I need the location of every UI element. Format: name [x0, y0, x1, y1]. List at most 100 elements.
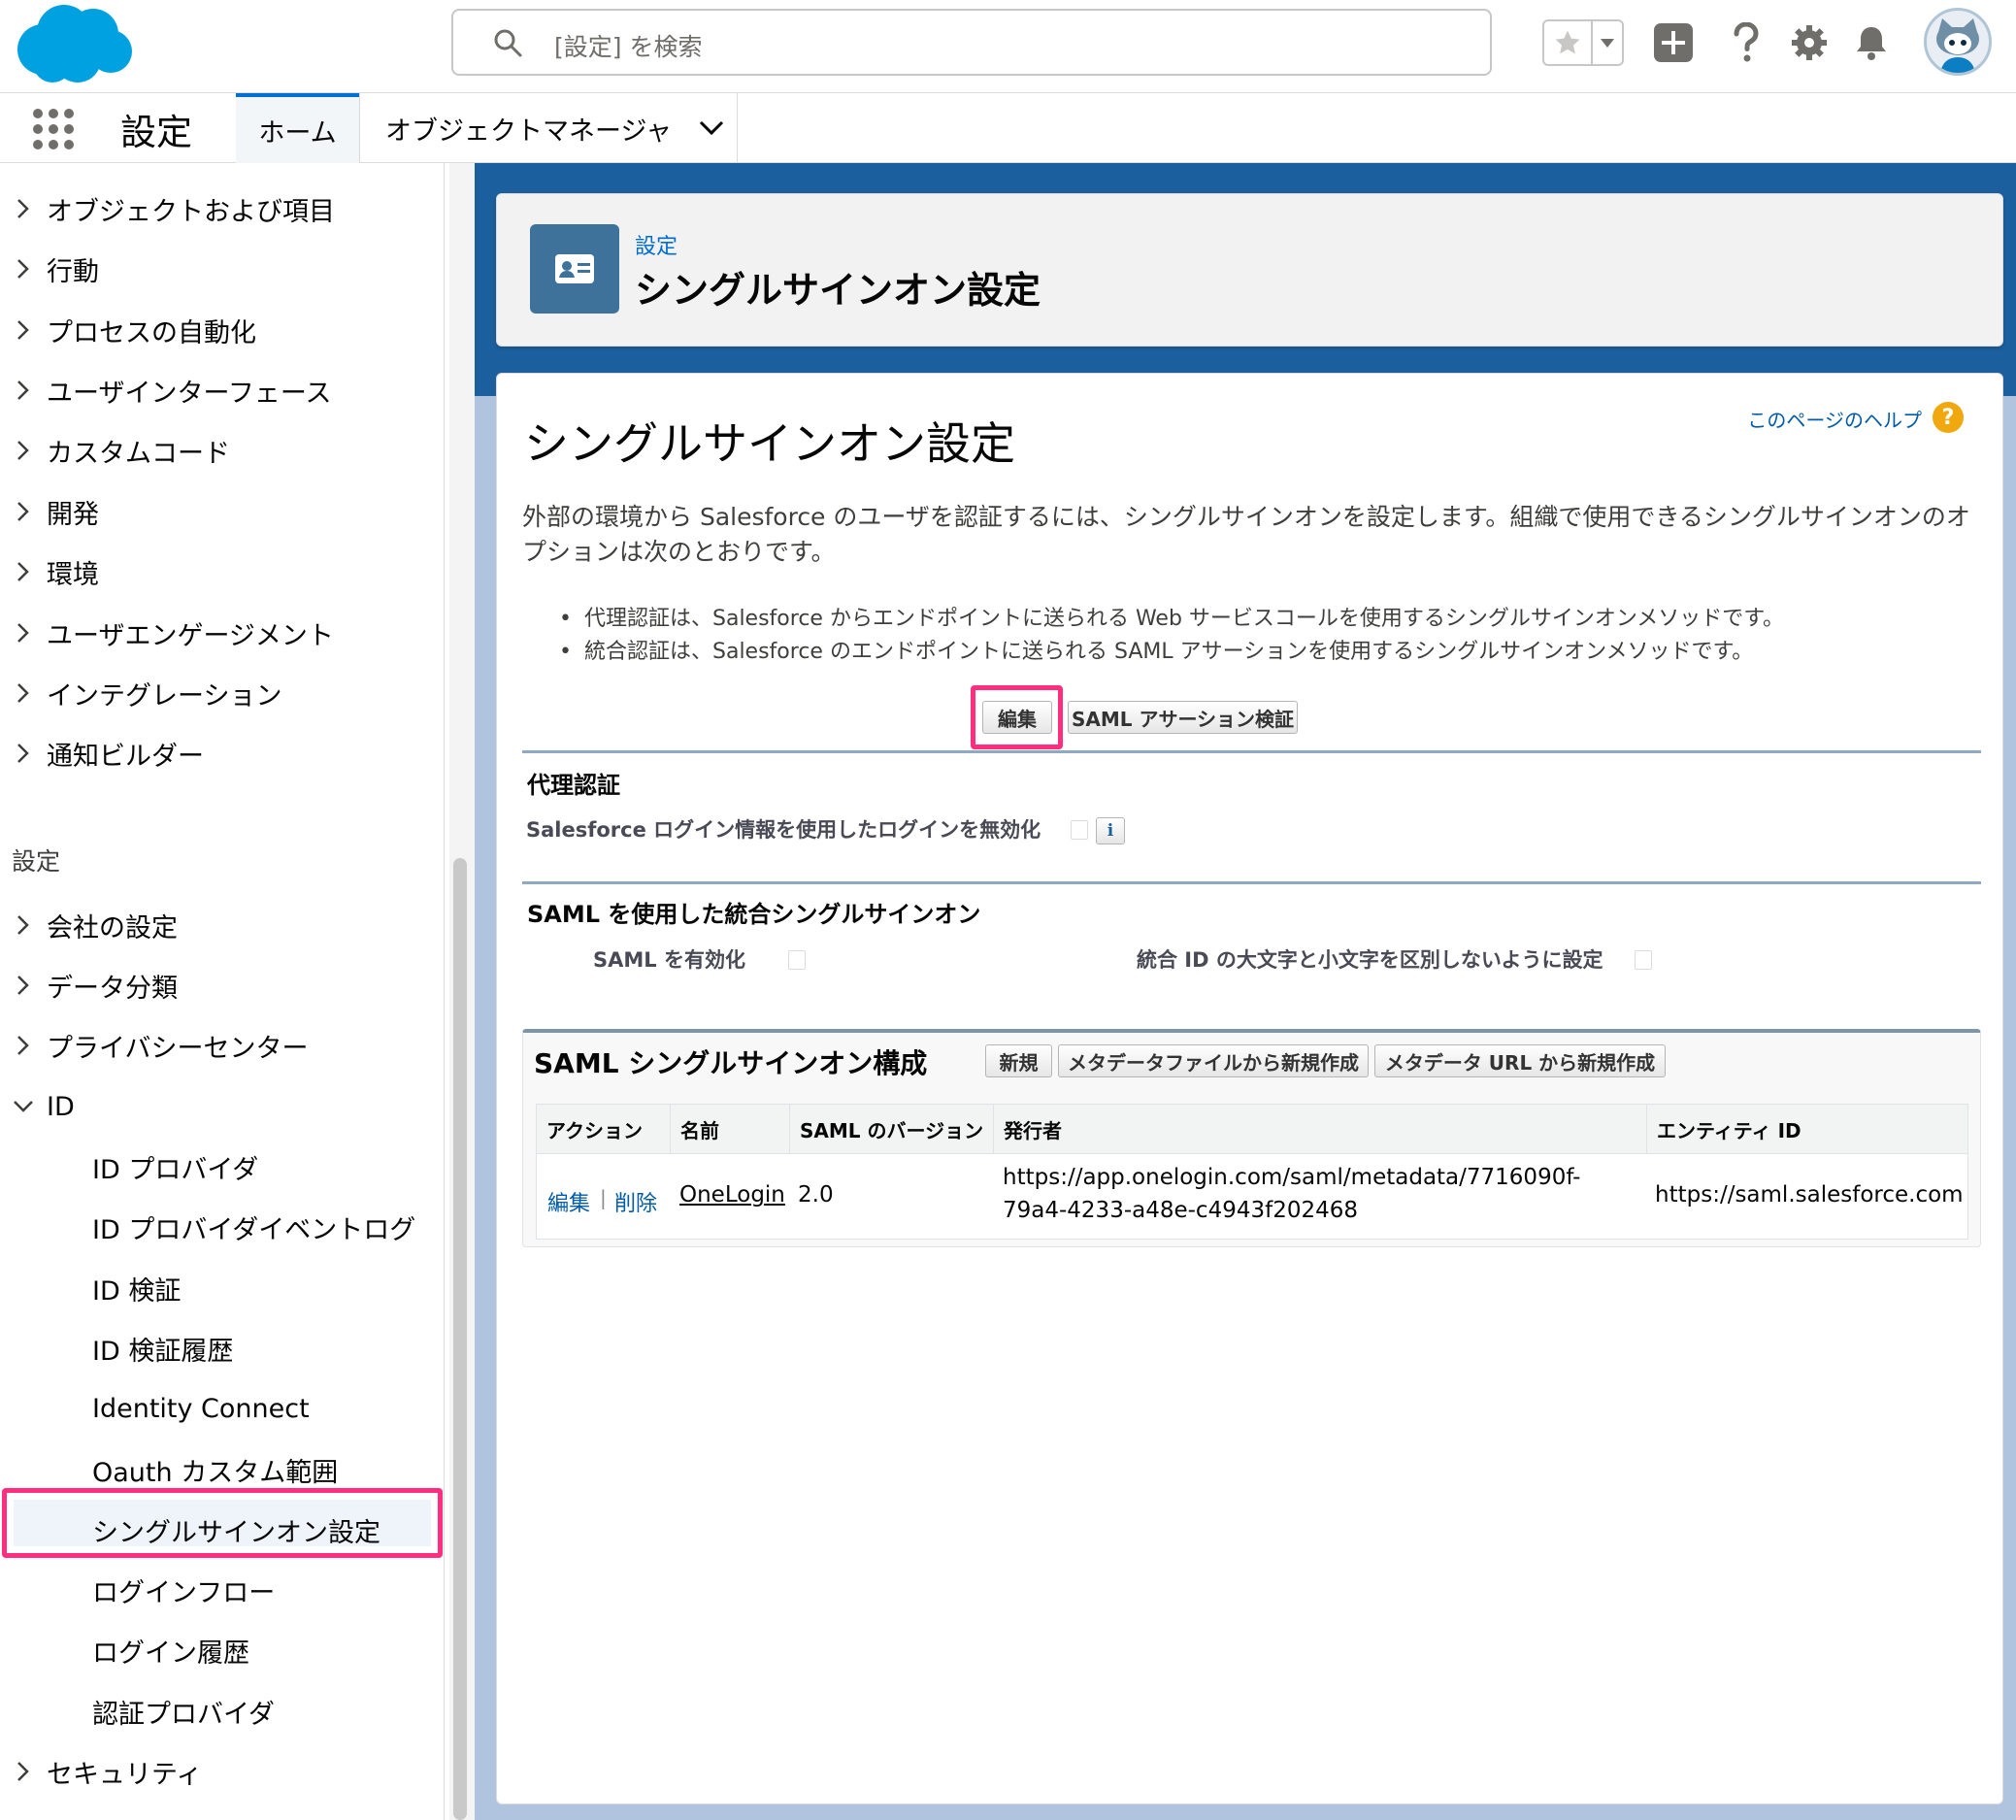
entity-id: https://saml.salesforce.com	[1655, 1182, 1964, 1208]
column-header[interactable]: 名前	[671, 1105, 790, 1154]
notification-bell-icon[interactable]	[1848, 19, 1895, 66]
chevron-down-icon[interactable]	[699, 120, 724, 136]
sidebar-item-label: ID 検証	[92, 1275, 182, 1307]
sidebar-item[interactable]: カスタムコード	[0, 428, 443, 473]
sidebar-item[interactable]: オブジェクトおよび項目	[0, 186, 443, 231]
sidebar-item[interactable]: Einstein	[0, 163, 443, 173]
sidebar-child-item[interactable]: ログイン履歴	[0, 1628, 443, 1672]
favorites-menu-chevron-down-icon[interactable]	[1591, 21, 1622, 64]
chevron-right-icon[interactable]	[0, 1761, 47, 1782]
global-actions-add-icon[interactable]	[1650, 19, 1697, 66]
chevron-right-icon[interactable]	[0, 198, 47, 219]
case-insensitive-label: 統合 ID の大文字と小文字を区別しないように設定	[1137, 948, 1603, 972]
column-header[interactable]: SAML のバージョン	[790, 1105, 994, 1154]
chevron-right-icon[interactable]	[0, 743, 47, 764]
column-header[interactable]: アクション	[537, 1105, 671, 1154]
sidebar-item-label: ユーザエンゲージメント	[47, 620, 334, 651]
new-button[interactable]: 新規	[985, 1044, 1052, 1077]
saml-config-title: SAML シングルサインオン構成	[534, 1047, 928, 1079]
global-search-input[interactable]: [設定] を検索	[451, 9, 1492, 76]
favorites-group	[1542, 19, 1624, 66]
chevron-right-icon[interactable]	[0, 440, 47, 461]
favorites-star-icon[interactable]	[1544, 21, 1591, 64]
sidebar-child-item[interactable]: Identity Connect	[0, 1386, 443, 1431]
list-item: 代理認証は、Salesforce からエンドポイントに送られる Web サービス…	[559, 603, 1784, 636]
info-icon[interactable]: i	[1096, 817, 1125, 844]
chevron-right-icon[interactable]	[0, 622, 47, 644]
case-insensitive-checkbox[interactable]	[1635, 950, 1652, 970]
setup-sidebar-tree: Einstein オブジェクトおよび項目行動プロセスの自動化ユーザインターフェース…	[0, 163, 445, 1820]
sidebar-item[interactable]: ユーザエンゲージメント	[0, 611, 443, 655]
sidebar-item[interactable]: 開発	[0, 489, 443, 534]
chevron-right-icon[interactable]	[0, 501, 47, 522]
sidebar-child-item[interactable]: 認証プロバイダ	[0, 1689, 443, 1734]
saml-assertion-validator-button[interactable]: SAML アサーション検証	[1068, 701, 1298, 734]
breadcrumb[interactable]: 設定	[635, 229, 678, 260]
sidebar-item-label: セキュリティ	[47, 1759, 203, 1790]
list-item: 統合認証は、Salesforce のエンドポイントに送られる SAML アサーシ…	[559, 636, 1784, 669]
sidebar-item[interactable]: ユーザインターフェース	[0, 368, 443, 413]
sso-options-list: 代理認証は、Salesforce からエンドポイントに送られる Web サービス…	[559, 603, 1784, 669]
saml-config-name-link[interactable]: OneLogin	[679, 1182, 785, 1208]
sidebar-child-item[interactable]: Oauth カスタム範囲	[0, 1447, 443, 1492]
sidebar-item-label: 認証プロバイダ	[92, 1699, 275, 1730]
column-header[interactable]: エンティティ ID	[1647, 1105, 1967, 1154]
help-link[interactable]: このページのヘルプ	[1747, 405, 1922, 433]
saml-enabled-checkbox[interactable]	[788, 950, 806, 970]
sidebar-item-label: Identity Connect	[92, 1393, 310, 1424]
sidebar-item[interactable]: プロセスの自動化	[0, 308, 443, 352]
tab-object-manager[interactable]: オブジェクトマネージャ	[359, 93, 738, 163]
table-header-row: アクション 名前 SAML のバージョン 発行者 エンティティ ID	[537, 1105, 1967, 1154]
salesforce-logo[interactable]	[14, 3, 132, 84]
sidebar-item-label: 通知ビルダー	[47, 741, 204, 772]
row-delete-link[interactable]: 削除	[614, 1186, 657, 1217]
chevron-right-icon[interactable]	[0, 1035, 47, 1056]
page-header: 設定 シングルサインオン設定	[496, 193, 2003, 347]
sidebar-item[interactable]: データ分類	[0, 963, 443, 1008]
app-launcher-waffle-icon[interactable]	[31, 107, 76, 151]
column-header[interactable]: 発行者	[994, 1105, 1647, 1154]
sidebar-item[interactable]: セキュリティ	[0, 1749, 443, 1794]
sidebar-child-item[interactable]: ID プロバイダ	[0, 1144, 443, 1189]
help-question-icon[interactable]: ?	[1933, 402, 1964, 433]
sidebar-child-item[interactable]: ID プロバイダイベントログ	[0, 1205, 443, 1249]
sidebar-item-label: ID プロバイダイベントログ	[92, 1214, 416, 1245]
sidebar-child-item[interactable]: ログインフロー	[0, 1568, 443, 1612]
sidebar-item[interactable]: 会社の設定	[0, 903, 443, 947]
search-icon	[492, 27, 523, 58]
edit-button[interactable]: 編集	[982, 701, 1052, 734]
sidebar-item[interactable]: インテグレーション	[0, 671, 443, 715]
help-icon[interactable]	[1723, 19, 1769, 66]
new-from-metadata-file-button[interactable]: メタデータファイルから新規作成	[1058, 1044, 1369, 1077]
sidebar-item-label: データ分類	[47, 973, 178, 1004]
chevron-right-icon[interactable]	[0, 258, 47, 280]
sidebar-item[interactable]: 行動	[0, 247, 443, 291]
avatar[interactable]	[1924, 8, 1992, 76]
chevron-right-icon[interactable]	[0, 682, 47, 704]
sidebar-item[interactable]: プライバシーセンター	[0, 1023, 443, 1068]
chevron-right-icon[interactable]	[0, 380, 47, 401]
sidebar-child-item[interactable]: ID 検証	[0, 1266, 443, 1310]
tab-home[interactable]: ホーム	[236, 93, 359, 163]
context-nav-bar: 設定 ホーム オブジェクトマネージャ	[0, 93, 2016, 163]
new-from-metadata-url-button[interactable]: メタデータ URL から新規作成	[1374, 1044, 1666, 1077]
sidebar-item-label: ログインフロー	[92, 1577, 276, 1608]
row-edit-link[interactable]: 編集	[547, 1186, 590, 1217]
chevron-right-icon[interactable]	[0, 914, 47, 936]
issuer-line-2: 79a4-4233-a48e-c4943f202468	[1003, 1198, 1359, 1223]
sidebar-item[interactable]: 環境	[0, 549, 443, 594]
chevron-right-icon[interactable]	[0, 975, 47, 996]
sidebar-item-label: ログイン履歴	[92, 1638, 249, 1669]
disable-login-checkbox[interactable]	[1071, 820, 1088, 840]
disable-login-label: Salesforce ログイン情報を使用したログインを無効化	[526, 818, 1041, 842]
setup-gear-icon[interactable]	[1786, 19, 1833, 66]
chevron-right-icon[interactable]	[0, 319, 47, 341]
sidebar-scrollbar-thumb[interactable]	[453, 858, 467, 1820]
chevron-down-icon[interactable]	[0, 1100, 47, 1113]
sidebar-item-id[interactable]: ID	[0, 1084, 443, 1129]
sidebar-item-label: 開発	[47, 499, 99, 530]
sidebar-item[interactable]: 通知ビルダー	[0, 731, 443, 776]
sidebar-child-item[interactable]: ID 検証履歴	[0, 1326, 443, 1371]
federated-sso-heading: SAML を使用した統合シングルサインオン	[527, 901, 981, 928]
chevron-right-icon[interactable]	[0, 561, 47, 582]
